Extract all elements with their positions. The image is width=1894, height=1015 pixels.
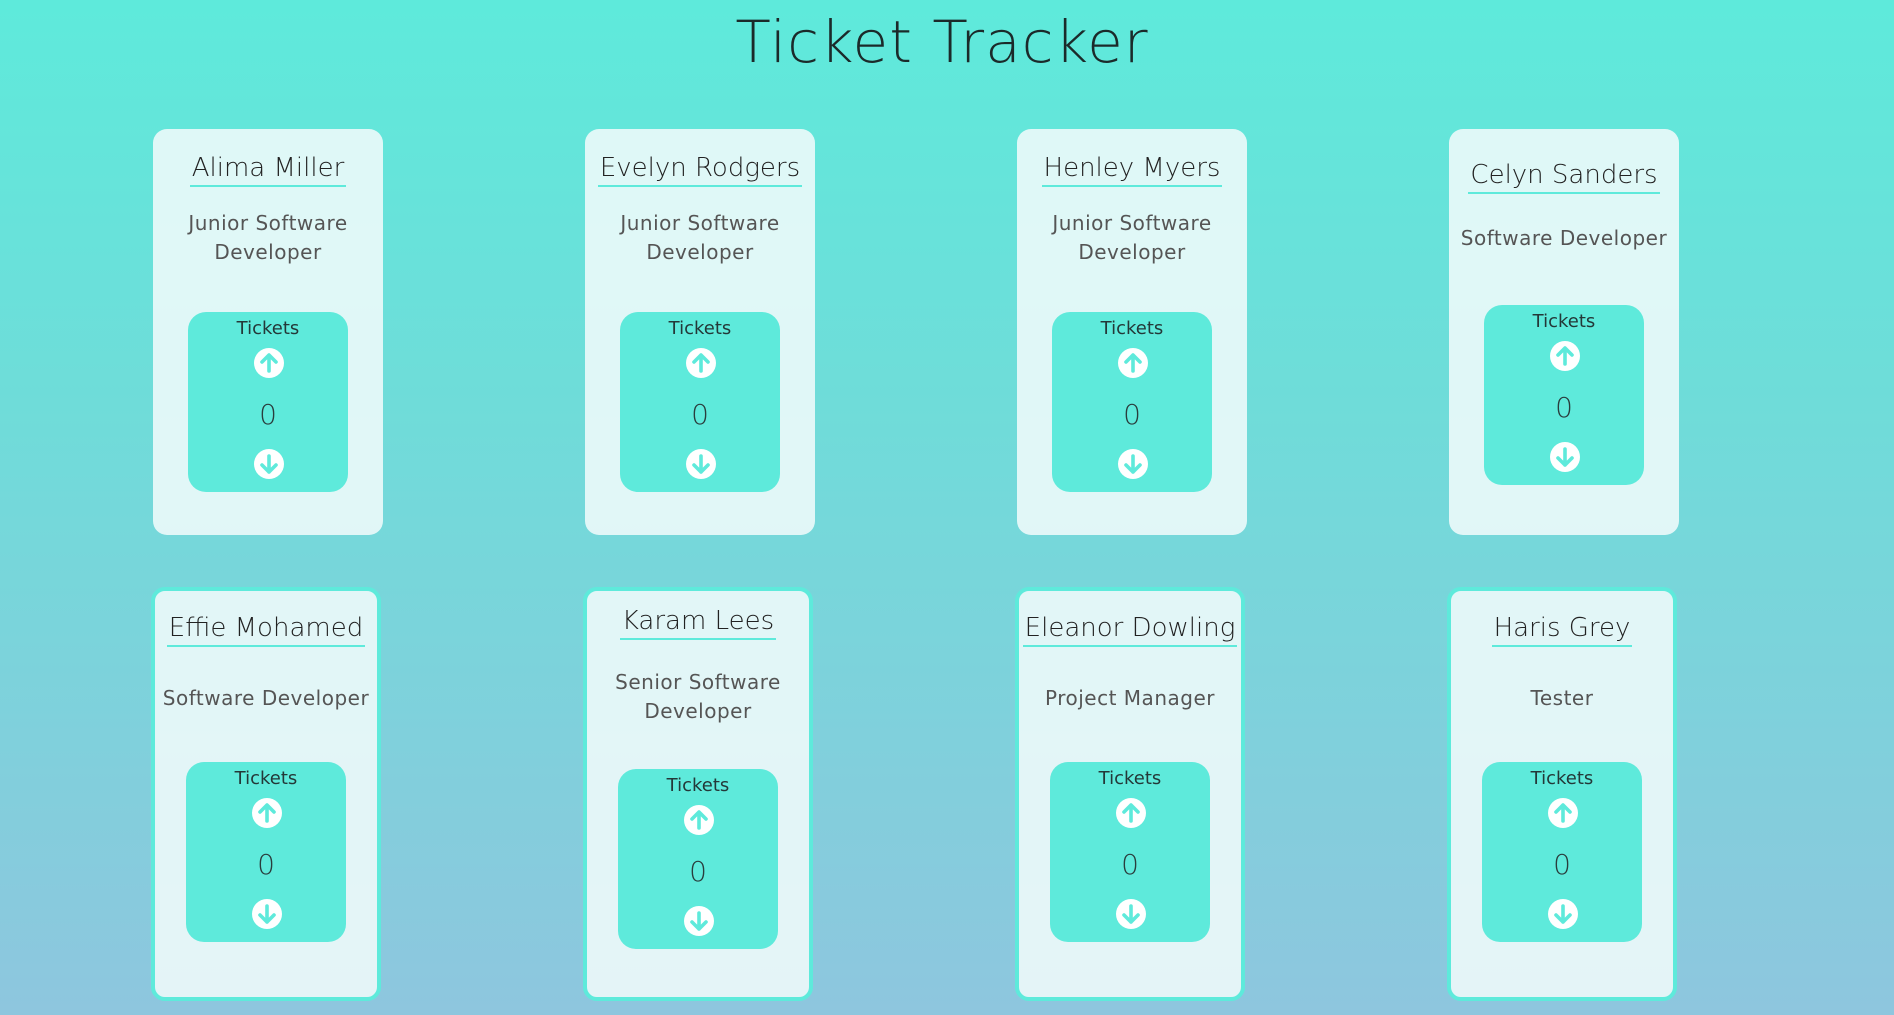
tickets-label: Tickets: [668, 318, 732, 339]
employee-role-line1: Software Developer: [1460, 226, 1668, 250]
employee-role: Junior Software Developer: [595, 209, 805, 267]
employee-role: Junior Software Developer: [1027, 209, 1237, 267]
arrow-down-circle-icon[interactable]: [1116, 899, 1146, 929]
arrow-down-circle-icon[interactable]: [1118, 449, 1148, 479]
employee-card: Karam Lees Senior Software Developer Ticket…: [583, 587, 813, 1001]
employee-card: Evelyn Rodgers Junior Software Developer Ti…: [585, 129, 815, 535]
employee-role-line1: Tester: [1530, 686, 1594, 710]
arrow-up-circle-icon[interactable]: [686, 348, 716, 378]
employee-role-line2: Developer: [646, 240, 754, 264]
employee-role-line1: Software Developer: [162, 686, 370, 710]
arrow-down-circle-icon[interactable]: [1550, 442, 1580, 472]
arrow-down-circle-icon[interactable]: [686, 449, 716, 479]
tickets-label: Tickets: [1530, 768, 1594, 789]
employee-role: Senior Software Developer: [593, 668, 803, 726]
employee-role: Junior Software Developer: [163, 209, 373, 267]
employee-card: Alima Miller Junior Software Developer Tick…: [153, 129, 383, 535]
employee-name: Effie Mohamed: [166, 613, 366, 647]
arrow-down-circle-icon[interactable]: [684, 906, 714, 936]
employee-name: Haris Grey: [1491, 613, 1633, 647]
ticket-count: 0: [691, 398, 709, 431]
tickets-panel: Tickets 0: [1052, 312, 1212, 492]
employee-name: Eleanor Dowling: [1022, 613, 1238, 647]
arrow-up-circle-icon[interactable]: [1116, 798, 1146, 828]
ticket-count: 0: [1553, 848, 1571, 881]
employee-card: Celyn Sanders Software Developer Tickets 0: [1449, 129, 1679, 535]
tickets-panel: Tickets 0: [620, 312, 780, 492]
employee-card: Eleanor Dowling Project Manager Tickets 0: [1015, 587, 1245, 1001]
ticket-count: 0: [689, 855, 707, 888]
employee-name: Alima Miller: [189, 153, 347, 187]
employee-role-line1: Junior Software: [620, 211, 780, 235]
employee-card: Henley Myers Junior Software Developer Tick…: [1017, 129, 1247, 535]
tickets-panel: Tickets 0: [186, 762, 346, 942]
employee-role-line2: Developer: [214, 240, 322, 264]
tickets-panel: Tickets 0: [1484, 305, 1644, 485]
employee-role: Software Developer: [161, 684, 371, 713]
arrow-up-circle-icon[interactable]: [252, 798, 282, 828]
arrow-down-circle-icon[interactable]: [254, 449, 284, 479]
arrow-down-circle-icon[interactable]: [252, 899, 282, 929]
ticket-count: 0: [1555, 391, 1573, 424]
tickets-label: Tickets: [666, 775, 730, 796]
tickets-panel: Tickets 0: [1482, 762, 1642, 942]
employee-role-line2: Developer: [1078, 240, 1186, 264]
tickets-panel: Tickets 0: [188, 312, 348, 492]
employee-role: Project Manager: [1025, 684, 1235, 713]
employee-name: Karam Lees: [619, 606, 777, 640]
employee-name: Evelyn Rodgers: [597, 153, 803, 187]
arrow-up-circle-icon[interactable]: [684, 805, 714, 835]
arrow-up-circle-icon[interactable]: [1548, 798, 1578, 828]
arrow-up-circle-icon[interactable]: [254, 348, 284, 378]
employee-name: Celyn Sanders: [1468, 160, 1660, 194]
employee-role-line2: Developer: [644, 699, 752, 723]
tickets-label: Tickets: [1100, 318, 1164, 339]
tickets-label: Tickets: [1532, 311, 1596, 332]
employee-name: Henley Myers: [1041, 153, 1223, 187]
employee-role-line1: Junior Software: [1052, 211, 1212, 235]
arrow-up-circle-icon[interactable]: [1550, 341, 1580, 371]
tickets-label: Tickets: [1098, 768, 1162, 789]
employee-card: Haris Grey Tester Tickets 0: [1447, 587, 1677, 1001]
ticket-count: 0: [257, 848, 275, 881]
tickets-panel: Tickets 0: [618, 769, 778, 949]
tickets-label: Tickets: [234, 768, 298, 789]
arrow-up-circle-icon[interactable]: [1118, 348, 1148, 378]
employee-role-line1: Senior Software: [615, 670, 781, 694]
ticket-count: 0: [259, 398, 277, 431]
employee-role-line1: Junior Software: [188, 211, 348, 235]
employee-role: Tester: [1457, 684, 1667, 713]
tickets-label: Tickets: [236, 318, 300, 339]
employee-role: Software Developer: [1459, 224, 1669, 253]
ticket-count: 0: [1123, 398, 1141, 431]
employee-card: Effie Mohamed Software Developer Tickets 0: [151, 587, 381, 1001]
tickets-panel: Tickets 0: [1050, 762, 1210, 942]
ticket-count: 0: [1121, 848, 1139, 881]
page-title: Ticket Tracker: [735, 8, 1149, 76]
arrow-down-circle-icon[interactable]: [1548, 899, 1578, 929]
employee-role-line1: Project Manager: [1045, 686, 1215, 710]
